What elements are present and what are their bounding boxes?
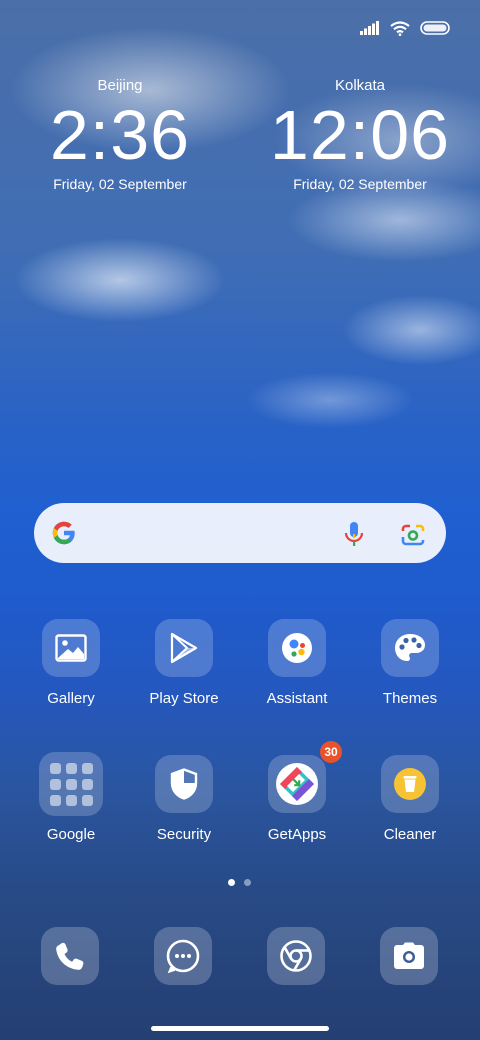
clock-kolkata[interactable]: Kolkata 12:06 Friday, 02 September bbox=[260, 76, 460, 194]
app-security[interactable]: Security bbox=[128, 755, 240, 845]
app-label: Play Store bbox=[149, 690, 219, 707]
app-label: Google bbox=[46, 826, 96, 843]
signal-icon bbox=[360, 21, 379, 35]
clock-city: Beijing bbox=[97, 77, 143, 94]
trash-icon bbox=[381, 755, 439, 813]
google-search-bar[interactable] bbox=[34, 503, 446, 563]
google-g-icon bbox=[52, 521, 75, 545]
app-label: Cleaner bbox=[383, 826, 437, 843]
notification-badge: 30 bbox=[320, 741, 342, 763]
app-label: Gallery bbox=[47, 690, 95, 707]
clock-time: 2:36 bbox=[49, 96, 191, 174]
status-bar bbox=[360, 16, 450, 40]
clock-beijing[interactable]: Beijing 2:36 Friday, 02 September bbox=[20, 76, 220, 194]
app-label: GetApps bbox=[267, 826, 327, 843]
palette-icon bbox=[381, 619, 439, 677]
app-cleaner[interactable]: Cleaner bbox=[354, 755, 466, 845]
clock-date: Friday, 02 September bbox=[293, 176, 427, 192]
app-getapps[interactable]: 30 GetApps bbox=[241, 741, 353, 845]
gallery-icon bbox=[42, 619, 100, 677]
folder-app-previews bbox=[49, 762, 93, 806]
page-indicator[interactable] bbox=[228, 879, 251, 886]
chrome-icon[interactable] bbox=[267, 927, 325, 985]
clock-city: Kolkata bbox=[334, 77, 386, 94]
app-folder-google[interactable]: Google bbox=[15, 752, 127, 845]
home-gesture-bar[interactable] bbox=[151, 1026, 329, 1031]
shield-icon bbox=[155, 755, 213, 813]
app-label: Assistant bbox=[266, 690, 328, 707]
assistant-icon bbox=[268, 619, 326, 677]
app-label: Security bbox=[156, 826, 212, 843]
phone-icon[interactable] bbox=[41, 927, 99, 985]
microphone-icon[interactable] bbox=[342, 520, 366, 548]
app-label: Themes bbox=[382, 690, 438, 707]
clock-time: 12:06 bbox=[269, 96, 451, 174]
battery-icon bbox=[420, 21, 450, 35]
app-themes[interactable]: Themes bbox=[354, 619, 466, 709]
clock-date: Friday, 02 September bbox=[53, 176, 187, 192]
app-assistant[interactable]: Assistant bbox=[241, 619, 353, 709]
messages-icon[interactable] bbox=[154, 927, 212, 985]
getapps-icon: 30 bbox=[268, 741, 342, 813]
wifi-icon bbox=[390, 20, 410, 36]
camera-icon[interactable] bbox=[380, 927, 438, 985]
app-play-store[interactable]: Play Store bbox=[128, 619, 240, 709]
play-store-icon bbox=[155, 619, 213, 677]
app-gallery[interactable]: Gallery bbox=[15, 619, 127, 709]
page-dot-active[interactable] bbox=[228, 879, 235, 886]
camera-lens-icon[interactable] bbox=[400, 523, 426, 547]
folder-icon bbox=[39, 752, 103, 816]
page-dot[interactable] bbox=[244, 879, 251, 886]
